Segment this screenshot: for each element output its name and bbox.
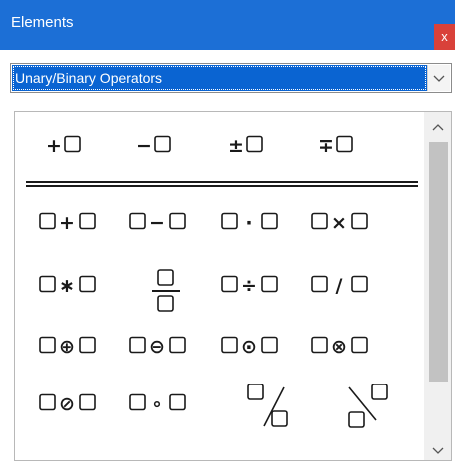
svg-text:÷: ÷ [241, 275, 257, 297]
svg-text:−: − [136, 135, 152, 157]
addition-icon: + [39, 212, 96, 234]
unary-minus-plus-icon: ∓ [318, 135, 353, 157]
svg-text:∗: ∗ [59, 275, 75, 297]
category-dropdown[interactable]: Unary/Binary Operators [10, 63, 452, 93]
element-unary-plus[interactable]: + [30, 126, 122, 182]
svg-text:⊘: ⊘ [59, 393, 75, 415]
svg-text:⊗: ⊗ [331, 336, 347, 358]
element-circled-plus[interactable]: ⊕ [30, 327, 122, 383]
element-circled-times[interactable]: ⊗ [302, 327, 394, 383]
dropdown-button[interactable] [427, 65, 450, 91]
division-slash-icon: / [311, 275, 368, 297]
svg-text:∘: ∘ [151, 393, 163, 415]
element-subtraction[interactable]: − [120, 203, 212, 259]
scroll-up-arrow-icon[interactable] [428, 118, 448, 138]
scroll-down-arrow-icon[interactable] [428, 440, 448, 460]
multiplication-x-icon: × [311, 212, 368, 234]
element-addition[interactable]: + [30, 203, 122, 259]
element-unary-minus-plus[interactable]: ∓ [302, 126, 394, 182]
multiplication-dot-icon: · [221, 212, 278, 234]
circled-dot-icon: ⊙ [221, 336, 278, 358]
window-title: Elements [11, 14, 74, 31]
dropdown-selected-value: Unary/Binary Operators [12, 65, 427, 91]
division-icon: ÷ [221, 275, 278, 297]
element-wide-slash[interactable] [212, 384, 304, 440]
element-division[interactable]: ÷ [212, 266, 304, 322]
fraction-icon [152, 269, 180, 312]
svg-text:−: − [149, 212, 165, 234]
element-fraction[interactable] [120, 266, 212, 322]
circled-times-icon: ⊗ [311, 336, 368, 358]
circled-slash-icon: ⊘ [39, 393, 96, 415]
small-circle-icon: ∘ [129, 393, 186, 415]
element-multiplication-asterisk[interactable]: ∗ [30, 266, 122, 322]
close-icon[interactable]: x [434, 24, 455, 50]
svg-text:⊖: ⊖ [149, 336, 165, 358]
chevron-down-icon [433, 75, 445, 82]
wide-backslash-icon [348, 384, 388, 428]
element-wide-backslash[interactable] [302, 384, 394, 440]
element-unary-plus-minus[interactable]: ± [212, 126, 304, 182]
subtraction-icon: − [129, 212, 186, 234]
multiplication-asterisk-icon: ∗ [39, 275, 96, 297]
unary-minus-icon: − [136, 135, 171, 157]
element-division-slash[interactable]: / [302, 266, 394, 322]
element-multiplication-x[interactable]: × [302, 203, 394, 259]
element-multiplication-dot[interactable]: · [212, 203, 304, 259]
title-bar: Elements x [0, 0, 455, 50]
element-circled-minus[interactable]: ⊖ [120, 327, 212, 383]
wide-slash-icon [247, 384, 288, 427]
svg-text:⊙: ⊙ [241, 336, 257, 358]
circled-plus-icon: ⊕ [39, 336, 96, 358]
svg-text:+: + [46, 135, 62, 157]
svg-text:∓: ∓ [318, 135, 334, 157]
unary-plus-minus-icon: ± [228, 135, 263, 157]
svg-text:⊕: ⊕ [59, 336, 75, 358]
element-circled-slash[interactable]: ⊘ [30, 384, 122, 440]
element-circled-dot[interactable]: ⊙ [212, 327, 304, 383]
svg-text:×: × [331, 212, 347, 234]
svg-text:/: / [336, 275, 343, 297]
svg-text:+: + [59, 212, 75, 234]
scrollbar-thumb[interactable] [429, 142, 448, 382]
element-unary-minus[interactable]: − [120, 126, 212, 182]
element-small-circle[interactable]: ∘ [120, 384, 212, 440]
circled-minus-icon: ⊖ [129, 336, 186, 358]
svg-text:±: ± [228, 135, 244, 157]
svg-text:·: · [245, 212, 252, 234]
unary-plus-icon: + [46, 135, 81, 157]
